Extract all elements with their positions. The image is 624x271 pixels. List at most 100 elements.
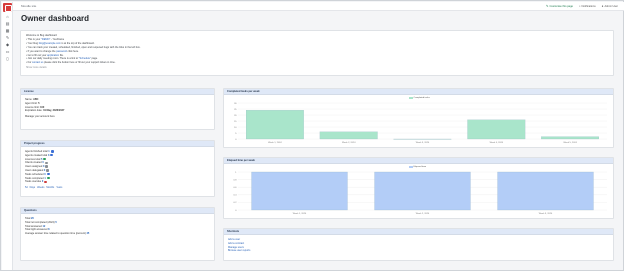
page-title: Owner dashboard (21, 14, 90, 23)
license-panel: License Name: ABC Agent limit: 5 Licence… (20, 88, 215, 130)
project-stat-label: Tasks overdue (25, 180, 42, 184)
chart1-bar[interactable] (467, 119, 526, 140)
question-stat-label: Total (25, 217, 31, 220)
question-stat-value: 5 (55, 220, 57, 224)
project-stat-value: 0 (42, 165, 45, 169)
license-row: Expiration date: 31 May, 2026/2027 (25, 109, 65, 113)
welcome-link[interactable]: "Schedule" (79, 57, 91, 60)
left-nav-rail: ⌂ ▤ ▦ ✎ ◆ ▭ ▯ (2, 2, 13, 270)
chart2-legend[interactable]: Elapsed time (408, 165, 427, 168)
status-badge (46, 172, 50, 176)
user-menu[interactable]: ● Admin User (602, 4, 618, 8)
chart2-y-tick-label: 1 (235, 172, 237, 174)
folder-icon[interactable]: ▭ (5, 50, 10, 54)
chart1-x-tick-label: Week 5, 2024 (563, 142, 577, 144)
range-chip[interactable]: Days (30, 186, 35, 189)
project-stat-value: 1 (44, 176, 46, 180)
graduation-cap-icon[interactable]: ◆ (5, 43, 10, 47)
chart1-svg: 30 25 20 15 10 5 0 Week 1, 2024 Week 2, 2024 Week… (234, 102, 607, 144)
dashboard-icon[interactable]: ▤ (5, 22, 10, 26)
welcome-link[interactable]: contact us (32, 61, 43, 64)
chart2-y-tick-label: 0.2 (233, 202, 237, 204)
chart2-y-tick-label: 0.4 (233, 195, 237, 197)
project-stat-label: Users delegated (25, 168, 44, 172)
site-logo[interactable] (3, 3, 12, 12)
chart1-y-tick-label: 0 (235, 139, 237, 141)
question-stat-label: Total not completed (2024) (25, 220, 55, 224)
welcome-link[interactable]: blog@example.com (39, 42, 61, 45)
file-icon[interactable]: ▯ (5, 57, 10, 61)
range-chip[interactable]: Years (56, 186, 62, 189)
chart1-legend-label: Completed tasks (413, 96, 430, 99)
question-stat-label: Total right answered (25, 228, 48, 232)
project-stat-value: 0 (41, 180, 44, 184)
welcome-link[interactable]: application (47, 54, 59, 57)
project-stat-label: Tasks completed (25, 176, 44, 180)
chart2-y-tick-label: 0.8 (233, 179, 237, 181)
wrench-icon[interactable]: ✎ (5, 36, 10, 40)
chart1-y-tick-label: 25 (234, 109, 237, 111)
chart1-bar[interactable] (541, 136, 599, 140)
project-stat-label: Clients created (25, 161, 42, 165)
chart1-legend[interactable]: Completed tasks (408, 96, 430, 99)
shortcuts-panel: Shortcuts Add a user Add a contract Manage… (223, 228, 614, 261)
site-name[interactable]: Moodle site (21, 4, 36, 8)
chart1-x-tick-label: Week 3, 2024 (416, 142, 430, 144)
project-stat-value: 0 (42, 161, 44, 165)
notifications-label: Notifications (581, 4, 596, 8)
status-badge (44, 180, 48, 183)
calendar-icon[interactable]: ▦ (5, 29, 10, 33)
home-icon[interactable]: ⌂ (5, 15, 10, 19)
question-stat-value: 12 (42, 224, 46, 228)
project-stat-label: Users assigned (25, 165, 43, 169)
show-more-link[interactable]: Show more details (26, 66, 608, 70)
chart2-legend-label: Elapsed time (413, 165, 427, 168)
chart1-y-tick-label: 10 (234, 127, 237, 129)
welcome-link[interactable]: password (56, 50, 67, 53)
chart2-x-tick-label: Week 3, 2024 (539, 213, 553, 215)
notifications-link[interactable]: ♪ Notifications (579, 4, 596, 8)
chart2-y-tick-label: 0 (235, 210, 237, 212)
customise-page-link[interactable]: ✎ Customise this page (546, 4, 573, 8)
range-chip[interactable]: 5d (25, 186, 28, 189)
user-icon: ● (601, 4, 604, 8)
project-stat-value: 0 (43, 168, 46, 172)
question-stat-label: Total answered (25, 224, 42, 228)
questions-panel: Questions Total 20 Total not completed (2… (20, 207, 215, 261)
topbar-links: ✎ Customise this page ♪ Notifications ● … (546, 4, 618, 8)
project-stat-label: Licences total (25, 157, 41, 161)
range-chip[interactable]: Weeks (37, 186, 44, 189)
welcome-line: • For contact us please click the button… (26, 61, 116, 65)
chart1-x-tick-label: Week 2, 2024 (342, 142, 356, 144)
chart1-body: 30 25 20 15 10 5 0 Week 1, 2024 Week 2, 2024 Week… (224, 95, 613, 147)
chart2-svg: 1 0.8 0.6 0.4 0.2 0 Week 1, 2024 Week 2, 2024 We… (233, 171, 607, 215)
chart1-bar[interactable] (319, 131, 378, 140)
chart2-x-tick-label: Week 2, 2024 (416, 213, 430, 215)
chart1-x-tick-label: Week 4, 2024 (490, 142, 504, 144)
chart2-bar[interactable] (251, 171, 348, 211)
chart2-legend-swatch (408, 165, 413, 168)
project-stat-value: 5 (41, 157, 43, 161)
chart1-legend-swatch (408, 96, 413, 99)
question-stat-value: 45 (86, 232, 90, 236)
shortcut-link[interactable]: Browse user reports (228, 249, 609, 253)
status-badge (46, 169, 50, 172)
user-menu-label: Admin User (604, 4, 618, 8)
chart2-bar[interactable] (374, 171, 471, 211)
welcome-panel: Welcome to Bug dashboard • This is your … (20, 30, 614, 76)
question-stat-label: Average answer time related to question … (25, 232, 86, 236)
browser-frame: ⌂ ▤ ▦ ✎ ◆ ▭ ▯ Moodle site ✎ Customise th… (0, 0, 624, 271)
range-chip[interactable]: Months (46, 186, 54, 189)
chart1-y-tick-label: 15 (234, 121, 237, 123)
project-stat-label: Agents created total (25, 153, 48, 157)
welcome-link[interactable]: "DEMO" (41, 38, 50, 41)
chart1-bar[interactable] (246, 110, 304, 140)
top-navbar: Moodle site ✎ Customise this page ♪ Noti… (13, 2, 624, 11)
chart2-body: 1 0.8 0.6 0.4 0.2 0 Week 1, 2024 Week 2, 2024 We… (224, 164, 613, 218)
question-stat-value: 20 (30, 217, 34, 220)
status-badge (50, 153, 54, 157)
license-note[interactable]: Manage your account here (25, 115, 210, 119)
customise-page-label: Customise this page (549, 4, 573, 8)
project-stat-label: Agents finished total (25, 150, 48, 153)
chart2-bar[interactable] (497, 171, 594, 211)
